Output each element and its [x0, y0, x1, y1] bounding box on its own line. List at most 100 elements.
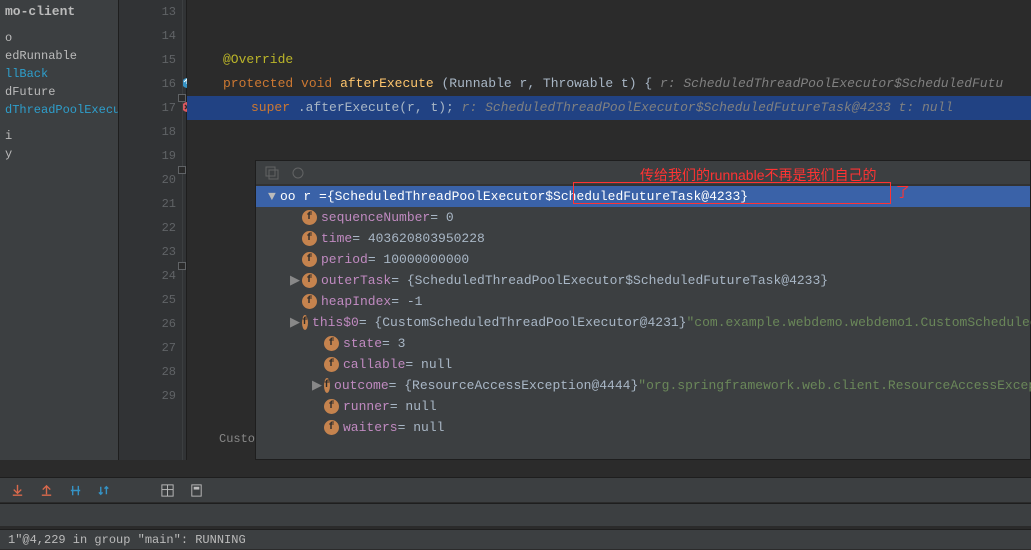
- tree-item[interactable]: llBack: [5, 65, 118, 83]
- project-title: mo-client: [0, 0, 118, 29]
- variable-row[interactable]: ▶fouterTask = {ScheduledThreadPoolExecut…: [256, 270, 1030, 291]
- variable-name: this$0: [312, 312, 359, 333]
- tree-item[interactable]: y: [5, 145, 118, 163]
- variable-value: = 0: [430, 207, 453, 228]
- fold-marker[interactable]: [178, 166, 186, 174]
- variable-value: = {ScheduledThreadPoolExecutor$Scheduled…: [391, 270, 828, 291]
- copy-icon[interactable]: [264, 165, 280, 181]
- tree-item[interactable]: dThreadPoolExecuto: [5, 101, 118, 119]
- variable-row[interactable]: f sequenceNumber = 0: [256, 207, 1030, 228]
- variable-row[interactable]: fcallable = null: [256, 354, 1030, 375]
- code-line[interactable]: @Override: [187, 48, 1031, 72]
- variable-string: "com.example.webdemo.webdemo1.CustomSche…: [686, 312, 1031, 333]
- line-number[interactable]: 14: [119, 24, 176, 48]
- line-number[interactable]: 21: [119, 192, 176, 216]
- variable-row[interactable]: fperiod = 10000000000: [256, 249, 1030, 270]
- fold-marker[interactable]: [178, 262, 186, 270]
- variable-name: oo r =: [280, 186, 327, 207]
- line-number[interactable]: 15: [119, 48, 176, 72]
- project-tree[interactable]: oedRunnablellBackdFuturedThreadPoolExecu…: [0, 29, 118, 163]
- tree-item[interactable]: i: [5, 127, 118, 145]
- code-line[interactable]: protected void afterExecute (Runnable r,…: [187, 72, 1031, 96]
- keyword-token: super: [251, 100, 290, 115]
- table-icon[interactable]: [160, 483, 175, 498]
- debug-footer-toolbar[interactable]: [0, 477, 1031, 502]
- line-number[interactable]: 19: [119, 144, 176, 168]
- status-strip: [0, 503, 1031, 526]
- thread-status: 1"@4,229 in group "main": RUNNING: [0, 529, 1031, 549]
- line-number[interactable]: 24: [119, 264, 176, 288]
- code-line[interactable]: [187, 0, 1031, 24]
- line-number[interactable]: 13: [119, 0, 176, 24]
- fold-marker[interactable]: [178, 94, 186, 102]
- variable-name: period: [321, 249, 368, 270]
- line-number[interactable]: 17: [119, 96, 176, 120]
- sort-icon[interactable]: [97, 483, 112, 498]
- variable-value: = null: [405, 354, 452, 375]
- annotation-token: @Override: [223, 52, 293, 67]
- field-badge-icon: f: [302, 252, 317, 267]
- variable-name: sequenceNumber: [321, 207, 430, 228]
- calculator-icon[interactable]: [189, 483, 204, 498]
- variable-value: = 403620803950228: [352, 228, 485, 249]
- code-line[interactable]: [187, 24, 1031, 48]
- line-number[interactable]: 22: [119, 216, 176, 240]
- variable-value: = 10000000000: [368, 249, 469, 270]
- line-number[interactable]: 28: [119, 360, 176, 384]
- line-number[interactable]: 18: [119, 120, 176, 144]
- upload-icon[interactable]: [39, 483, 54, 498]
- variable-row[interactable]: frunner = null: [256, 396, 1030, 417]
- field-badge-icon: f: [302, 294, 317, 309]
- variable-row[interactable]: f waiters = null: [256, 417, 1030, 438]
- method-token: afterExecute: [340, 76, 434, 91]
- variable-value: = -1: [391, 291, 422, 312]
- variable-row[interactable]: ▶foutcome = {ResourceAccessException@444…: [256, 375, 1030, 396]
- field-badge-icon: f: [302, 315, 308, 330]
- debug-variables-panel[interactable]: ▼ oo r = {ScheduledThreadPoolExecutor$Sc…: [255, 160, 1031, 460]
- variable-name: state: [343, 333, 382, 354]
- variable-name: outerTask: [321, 270, 391, 291]
- line-number[interactable]: 16: [119, 72, 176, 96]
- line-number[interactable]: 26: [119, 312, 176, 336]
- line-number[interactable]: 29: [119, 384, 176, 408]
- variable-value: = null: [398, 417, 445, 438]
- field-badge-icon: f: [324, 336, 339, 351]
- line-number[interactable]: 20: [119, 168, 176, 192]
- field-badge-icon: f: [302, 210, 317, 225]
- field-badge-icon: f: [324, 420, 339, 435]
- line-number[interactable]: 25: [119, 288, 176, 312]
- inline-hint: r: ScheduledThreadPoolExecutor$Scheduled…: [660, 76, 1003, 91]
- tree-item[interactable]: dFuture: [5, 83, 118, 101]
- variable-name: heapIndex: [321, 291, 391, 312]
- line-number[interactable]: 23: [119, 240, 176, 264]
- download-icon[interactable]: [10, 483, 25, 498]
- field-badge-icon: f: [324, 378, 330, 393]
- fold-column: [182, 0, 183, 460]
- variable-value: {ScheduledThreadPoolExecutor$ScheduledFu…: [327, 186, 748, 207]
- tree-item[interactable]: o: [5, 29, 118, 47]
- tree-item[interactable]: edRunnable: [5, 47, 118, 65]
- variable-row[interactable]: ftime = 403620803950228: [256, 228, 1030, 249]
- variable-row[interactable]: fstate = 3: [256, 333, 1030, 354]
- code-line-current[interactable]: super .afterExecute(r, t); r: ScheduledT…: [187, 96, 1031, 120]
- variable-value: = {ResourceAccessException@4444}: [389, 375, 639, 396]
- annotation-text: 了: [896, 182, 910, 202]
- variable-row[interactable]: ▶fthis$0 = {CustomScheduledThreadPoolExe…: [256, 312, 1030, 333]
- annotation-text: 传给我们的runnable不再是我们自己的: [640, 165, 877, 185]
- variable-row[interactable]: f heapIndex = -1: [256, 291, 1030, 312]
- settings-icon[interactable]: [290, 165, 306, 181]
- project-sidebar[interactable]: mo-client oedRunnablellBackdFuturedThrea…: [0, 0, 119, 460]
- code-line[interactable]: [187, 120, 1031, 144]
- expand-arrow-icon[interactable]: ▶: [290, 270, 300, 291]
- expand-arrow-icon[interactable]: ▶: [312, 375, 322, 396]
- line-number[interactable]: 27: [119, 336, 176, 360]
- editor-gutter[interactable]: 1314151617181920212223242526272829: [119, 0, 187, 460]
- variable-value: = null: [390, 396, 437, 417]
- field-badge-icon: f: [302, 231, 317, 246]
- filter-icon[interactable]: [68, 483, 83, 498]
- expand-arrow-icon[interactable]: ▶: [290, 312, 300, 333]
- variable-name: waiters: [343, 417, 398, 438]
- variable-root[interactable]: ▼ oo r = {ScheduledThreadPoolExecutor$Sc…: [256, 186, 1030, 207]
- expand-arrow-icon[interactable]: ▼: [268, 186, 278, 207]
- field-badge-icon: f: [324, 399, 339, 414]
